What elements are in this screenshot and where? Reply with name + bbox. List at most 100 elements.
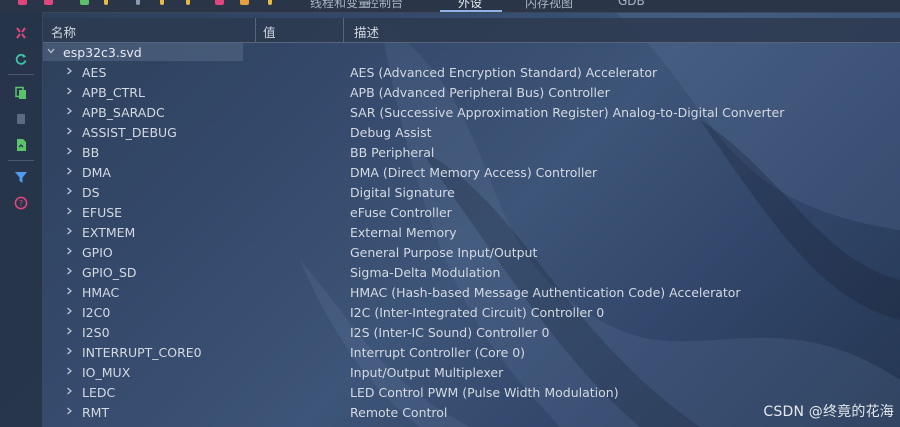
peripheral-name: I2C0 <box>82 305 111 320</box>
peripheral-description: Digital Signature <box>350 185 455 200</box>
disconnect-icon[interactable] <box>12 24 30 42</box>
peripheral-description: BB Peripheral <box>350 145 435 160</box>
chevron-right-icon[interactable] <box>64 346 74 356</box>
tree-row[interactable]: APB_CTRL APB (Advanced Peripheral Bus) Co… <box>43 82 900 102</box>
chevron-right-icon[interactable] <box>64 126 74 136</box>
tree-row[interactable]: EXTMEM External Memory <box>43 222 900 242</box>
peripheral-description: AES (Advanced Encryption Standard) Accel… <box>350 65 658 80</box>
peripheral-name: EFUSE <box>82 205 123 220</box>
peripheral-description: External Memory <box>350 225 457 240</box>
tree-row[interactable]: ASSIST_DEBUG Debug Assist <box>43 122 900 142</box>
peripheral-name: IO_MUX <box>82 365 131 380</box>
peripheral-name: I2S0 <box>82 325 110 340</box>
column-resize-handle[interactable] <box>343 18 344 42</box>
active-tab-indicator <box>440 10 502 12</box>
tree-row[interactable]: GPIO General Purpose Input/Output <box>43 242 900 262</box>
peripheral-name: DMA <box>82 165 111 180</box>
tree-row[interactable]: EFUSE eFuse Controller <box>43 202 900 222</box>
tree-row[interactable]: GPIO_SD Sigma-Delta Modulation <box>43 262 900 282</box>
chevron-right-icon[interactable] <box>64 246 74 256</box>
tab-console[interactable]: 控制台 <box>367 0 403 11</box>
chevron-right-icon[interactable] <box>64 306 74 316</box>
peripheral-name: EXTMEM <box>82 225 136 240</box>
peripheral-description: Interrupt Controller (Core 0) <box>350 345 526 360</box>
column-header-description[interactable]: 描述 <box>354 22 379 41</box>
peripheral-name: DS <box>82 185 100 200</box>
peripheral-name: AES <box>82 65 107 80</box>
tree-row[interactable]: APB_SARADC SAR (Successive Approximation … <box>43 102 900 122</box>
peripheral-description: Debug Assist <box>350 125 432 140</box>
stop-icon[interactable] <box>18 0 27 5</box>
peripheral-description: I2C (Inter-Integrated Circuit) Controlle… <box>350 305 605 320</box>
peripheral-description: eFuse Controller <box>350 205 452 220</box>
peripheral-description: APB (Advanced Peripheral Bus) Controller <box>350 85 610 100</box>
tree-row[interactable]: BB BB Peripheral <box>43 142 900 162</box>
peripheral-name: GPIO <box>82 245 113 260</box>
peripheral-name: HMAC <box>82 285 120 300</box>
column-header-name[interactable]: 名称 <box>51 22 76 41</box>
chevron-right-icon[interactable] <box>64 266 74 276</box>
tree-row[interactable]: IO_MUX Input/Output Multiplexer <box>43 362 900 382</box>
help-icon[interactable]: ? <box>12 194 30 212</box>
peripheral-name: INTERRUPT_CORE0 <box>82 345 202 360</box>
tree-row[interactable]: AES AES (Advanced Encryption Standard) Ac… <box>43 62 900 82</box>
step-into-icon[interactable] <box>160 0 164 5</box>
tree-row[interactable]: DS Digital Signature <box>43 182 900 202</box>
tree-row[interactable]: HMAC HMAC (Hash-based Message Authenticat… <box>43 282 900 302</box>
tree-row[interactable]: LEDC LED Control PWM (Pulse Width Modulat… <box>43 382 900 402</box>
chevron-right-icon[interactable] <box>64 166 74 176</box>
step-over-icon[interactable] <box>136 0 140 5</box>
terminate-icon[interactable] <box>44 0 53 5</box>
peripheral-description: Input/Output Multiplexer <box>350 365 504 380</box>
peripheral-description: I2S (Inter-IC Sound) Controller 0 <box>350 325 550 340</box>
peripheral-name: LEDC <box>82 385 116 400</box>
chevron-right-icon[interactable] <box>64 86 74 96</box>
chevron-right-icon[interactable] <box>64 406 74 416</box>
chevron-right-icon[interactable] <box>64 226 74 236</box>
tree-row[interactable]: I2C0 I2C (Inter-Integrated Circuit) Contr… <box>43 302 900 322</box>
mute-breakpoints-icon[interactable] <box>240 0 249 5</box>
refresh-icon[interactable] <box>12 50 30 68</box>
peripheral-description: SAR (Successive Approximation Register) … <box>350 105 785 120</box>
tab-threads[interactable]: 线程和变量 <box>310 0 370 11</box>
peripheral-name: GPIO_SD <box>82 265 137 280</box>
tree-row[interactable]: INTERRUPT_CORE0 Interrupt Controller (Cor… <box>43 342 900 362</box>
peripheral-name: BB <box>82 145 100 160</box>
chevron-right-icon[interactable] <box>64 186 74 196</box>
more-icon[interactable] <box>268 0 272 5</box>
peripheral-tree: esp32c3.svd AES AES (Advanced Encryption … <box>43 42 900 422</box>
tree-row[interactable]: DMA DMA (Direct Memory Access) Controller <box>43 162 900 182</box>
record-icon[interactable] <box>12 110 30 128</box>
chevron-down-icon[interactable] <box>46 46 56 56</box>
left-toolbar: ? <box>0 12 43 427</box>
step-icon[interactable] <box>104 0 108 5</box>
step-out-icon[interactable] <box>186 0 190 5</box>
top-toolbar: 线程和变量 控制台 外设 内存视图 GDB <box>0 0 900 13</box>
filter-icon[interactable] <box>12 168 30 186</box>
chevron-right-icon[interactable] <box>64 106 74 116</box>
peripheral-name: RMT <box>82 405 110 420</box>
chevron-right-icon[interactable] <box>64 66 74 76</box>
copy-icon[interactable] <box>12 84 30 102</box>
peripheral-name: ASSIST_DEBUG <box>82 125 177 140</box>
column-header-value[interactable]: 值 <box>263 22 276 41</box>
export-icon[interactable] <box>12 136 30 154</box>
peripheral-name: APB_SARADC <box>82 105 165 120</box>
chevron-right-icon[interactable] <box>64 366 74 376</box>
chevron-right-icon[interactable] <box>64 146 74 156</box>
breakpoint-icon[interactable] <box>215 0 224 5</box>
peripheral-name: APB_CTRL <box>82 85 145 100</box>
tab-gdb[interactable]: GDB <box>618 0 645 8</box>
resume-icon[interactable] <box>80 0 89 5</box>
svg-text:?: ? <box>19 199 23 208</box>
peripheral-description: General Purpose Input/Output <box>350 245 538 260</box>
chevron-right-icon[interactable] <box>64 286 74 296</box>
chevron-right-icon[interactable] <box>64 326 74 336</box>
peripheral-description: LED Control PWM (Pulse Width Modulation) <box>350 385 619 400</box>
chevron-right-icon[interactable] <box>64 386 74 396</box>
tree-row[interactable]: I2S0 I2S (Inter-IC Sound) Controller 0 <box>43 322 900 342</box>
column-resize-handle[interactable] <box>255 18 256 42</box>
chevron-right-icon[interactable] <box>64 206 74 216</box>
tree-row-root[interactable]: esp32c3.svd <box>43 42 900 62</box>
tab-memory-view[interactable]: 内存视图 <box>525 0 573 11</box>
